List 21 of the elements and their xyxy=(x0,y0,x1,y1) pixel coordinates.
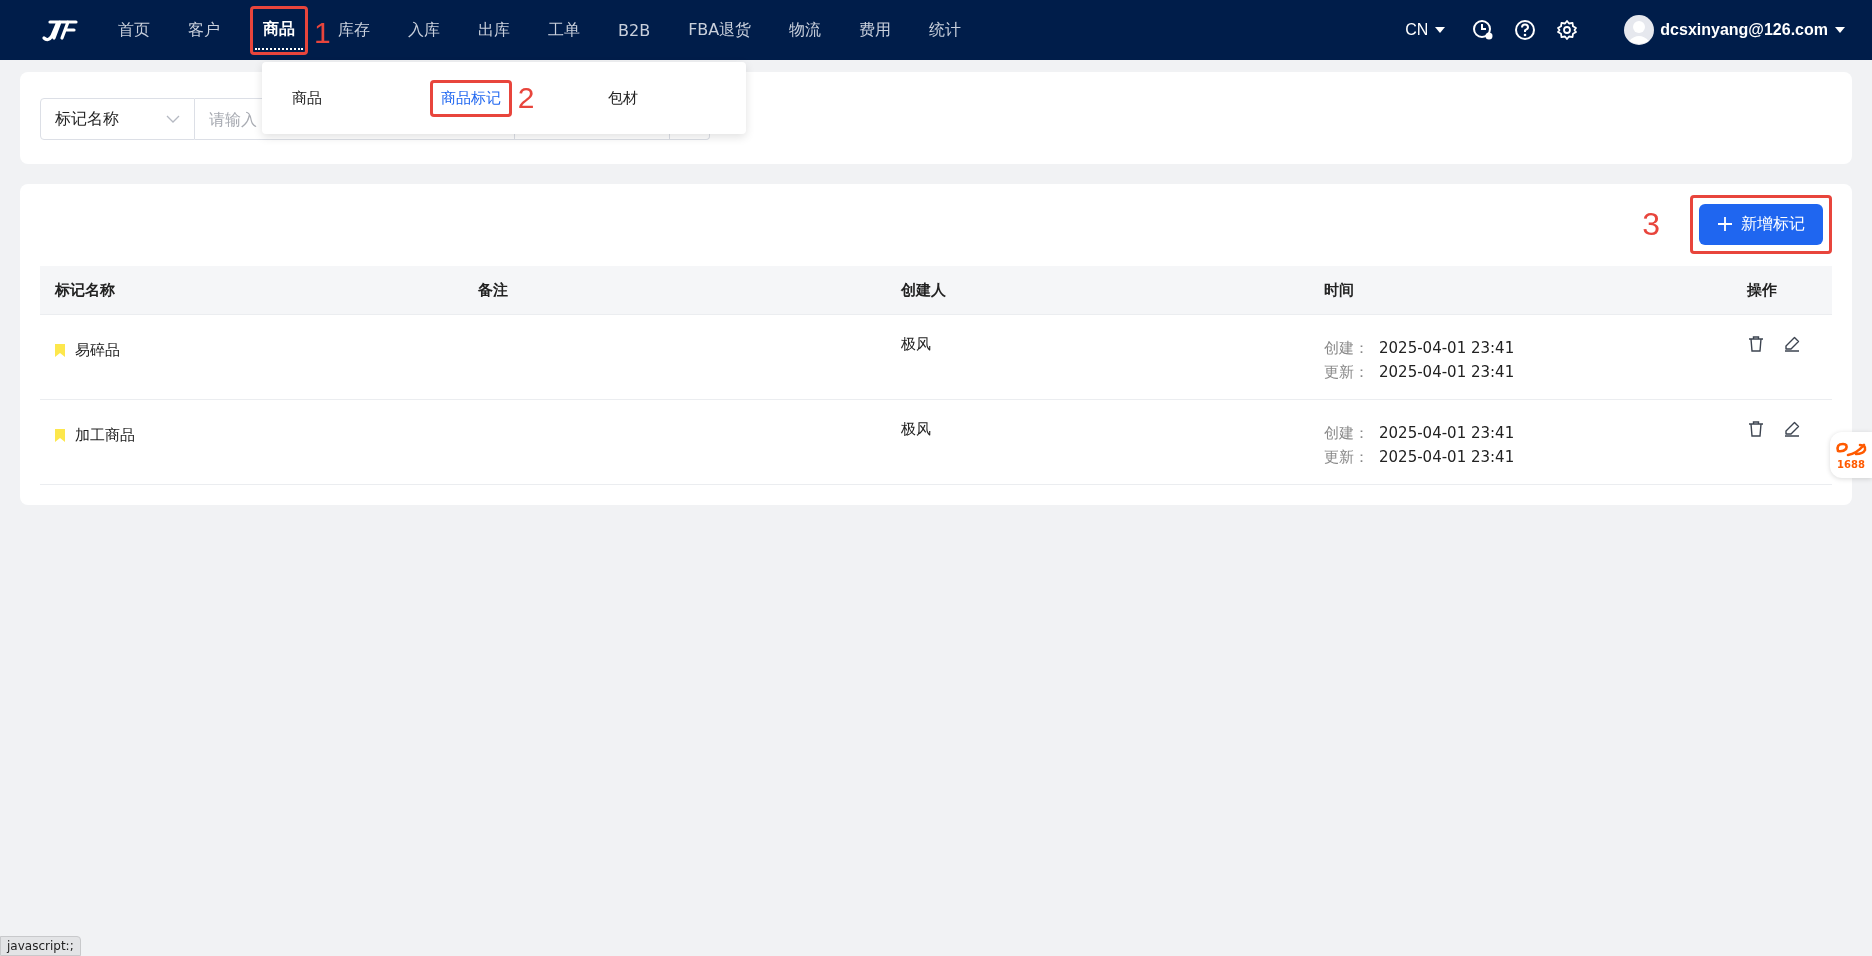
column-header: 操作 xyxy=(1746,280,1778,300)
time-label: 创建： xyxy=(1324,424,1369,442)
table-cell: 极风 xyxy=(901,335,931,353)
time-label: 更新： xyxy=(1324,363,1369,381)
time-label: 更新： xyxy=(1324,448,1369,466)
annotation-number: 2 xyxy=(517,83,535,113)
table-cell: 易碎品 xyxy=(75,340,120,360)
table-cell: 2025-04-01 23:41 xyxy=(1379,363,1515,381)
column-header: 创建人 xyxy=(900,280,947,300)
table-cell: 2025-04-01 23:41 xyxy=(1379,424,1515,442)
column-header: 标记名称 xyxy=(53,280,116,300)
table-cell: 加工商品 xyxy=(75,425,135,445)
column-header: 时间 xyxy=(1323,280,1355,300)
status-bar: javascript:; xyxy=(0,936,81,956)
annotation-number: 1 xyxy=(314,17,331,48)
table-cell: 极风 xyxy=(901,420,931,438)
column-header: 备注 xyxy=(477,280,509,300)
annotation-number: 3 xyxy=(1642,208,1660,240)
table-cell: 2025-04-01 23:41 xyxy=(1379,339,1515,357)
table-cell: 2025-04-01 23:41 xyxy=(1379,448,1515,466)
time-label: 创建： xyxy=(1324,339,1369,357)
